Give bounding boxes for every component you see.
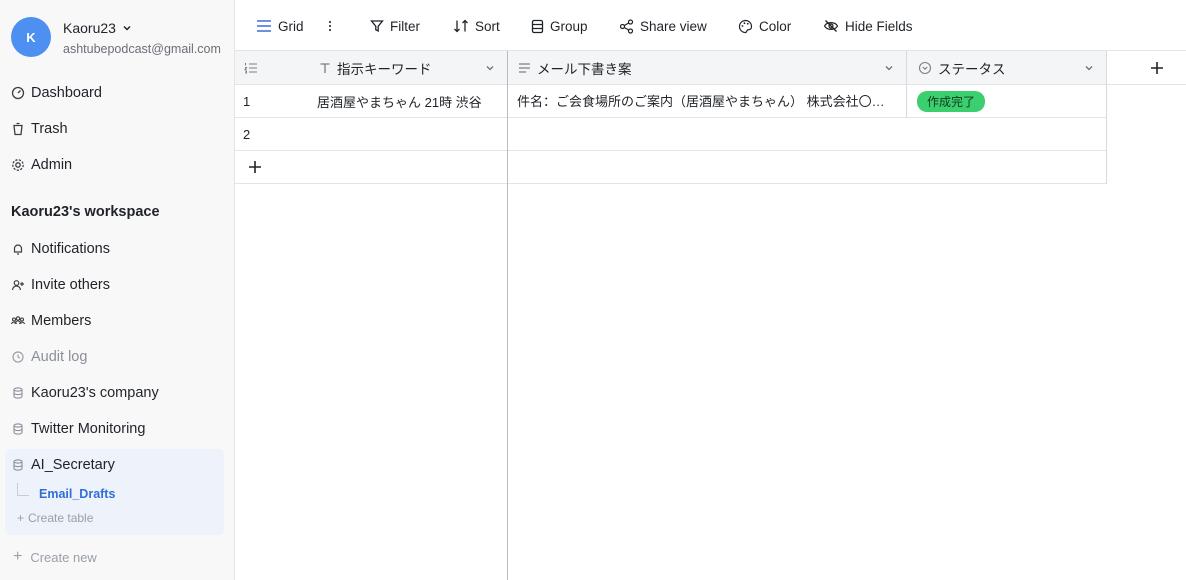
create-new-label: Create new — [30, 549, 97, 565]
data-grid: 指示キーワード メール下書き案 ステータス 1 居酒屋やまちゃん 21時 渋谷 … — [235, 51, 1186, 580]
group-label: Group — [550, 18, 588, 34]
add-column-icon[interactable] — [1150, 61, 1164, 75]
eye-off-icon — [823, 20, 839, 32]
history-icon — [11, 350, 25, 364]
base-label: Kaoru23's company — [31, 385, 159, 401]
create-table-button[interactable]: + Create table — [17, 511, 93, 525]
filter-label: Filter — [390, 18, 420, 34]
color-label: Color — [759, 18, 792, 34]
column-header-keyword[interactable]: 指示キーワード — [319, 51, 432, 85]
more-vertical-icon — [328, 20, 332, 32]
column-title: 指示キーワード — [337, 62, 432, 77]
view-grid-button[interactable]: Grid — [256, 16, 304, 36]
nav-members-label: Members — [31, 313, 92, 329]
avatar[interactable]: K — [11, 17, 51, 57]
column-title: メール下書き案 — [537, 62, 632, 77]
group-icon — [531, 19, 544, 33]
chevron-down-icon[interactable] — [884, 63, 894, 73]
sort-label: Sort — [475, 18, 500, 34]
nav-notifications-label: Notifications — [31, 241, 110, 257]
view-toolbar: Grid Filter Sort Group Share view Color … — [235, 0, 1186, 51]
sort-button[interactable]: Sort — [453, 16, 500, 36]
table-row[interactable] — [235, 118, 1107, 151]
sidebar: K Kaoru23 ashtubepodcast@gmail.com Dashb… — [0, 0, 235, 580]
chevron-down-icon[interactable] — [485, 63, 495, 73]
column-header-status[interactable]: ステータス — [918, 51, 1006, 85]
dashboard-icon — [11, 86, 25, 100]
base-ai-secretary[interactable]: AI_Secretary — [11, 453, 115, 477]
row-number: 2 — [243, 127, 251, 142]
more-options-button[interactable] — [327, 16, 333, 36]
single-select-icon — [918, 61, 932, 75]
database-icon — [11, 458, 25, 472]
long-text-icon — [519, 63, 530, 73]
share-view-label: Share view — [640, 18, 707, 34]
sort-icon — [454, 19, 468, 33]
grid-header-add — [1107, 51, 1186, 85]
cell-keyword[interactable]: 居酒屋やまちゃん 21時 渋谷 — [317, 85, 505, 118]
create-new-button[interactable]: + Create new — [13, 548, 97, 566]
row-number-header[interactable] — [244, 51, 258, 85]
nav-invite-label: Invite others — [31, 277, 110, 293]
list-ordered-icon — [244, 63, 257, 74]
members-icon — [11, 314, 25, 328]
tree-connector — [17, 483, 29, 496]
user-email: ashtubepodcast@gmail.com — [63, 42, 221, 56]
nav-admin-label: Admin — [31, 157, 73, 173]
user-name: Kaoru23 — [63, 20, 116, 36]
hide-fields-button[interactable]: Hide Fields — [823, 16, 913, 36]
nav-admin[interactable]: Admin — [11, 153, 72, 177]
nav-trash[interactable]: Trash — [11, 117, 68, 141]
row-number: 1 — [243, 94, 251, 109]
text-type-icon — [320, 63, 330, 73]
column-divider — [1106, 51, 1107, 184]
chevron-down-icon[interactable] — [1084, 63, 1094, 73]
base-twitter-monitoring[interactable]: Twitter Monitoring — [11, 417, 145, 441]
bell-icon — [11, 242, 25, 256]
database-icon — [11, 422, 25, 436]
cell-status[interactable]: 作成完了 — [917, 85, 1105, 118]
column-header-draft[interactable]: メール下書き案 — [518, 51, 632, 85]
palette-icon — [738, 19, 753, 33]
hide-fields-label: Hide Fields — [845, 18, 913, 34]
nav-dashboard-label: Dashboard — [31, 85, 102, 101]
frozen-column-divider[interactable] — [507, 51, 508, 580]
add-row-strip — [235, 151, 1107, 184]
grid-lines-icon — [257, 20, 271, 32]
share-view-button[interactable]: Share view — [619, 16, 707, 36]
nav-audit-log[interactable]: Audit log — [11, 345, 87, 369]
database-icon — [11, 386, 25, 400]
nav-invite[interactable]: Invite others — [11, 273, 110, 297]
column-divider — [906, 51, 907, 118]
user-plus-icon — [11, 278, 25, 292]
user-name-row[interactable]: Kaoru23 — [63, 20, 132, 36]
base-kaoru23-company[interactable]: Kaoru23's company — [11, 381, 159, 405]
add-row-icon[interactable] — [248, 160, 262, 174]
gear-icon — [11, 158, 25, 172]
status-badge: 作成完了 — [917, 91, 986, 112]
share-icon — [619, 18, 634, 34]
view-grid-label: Grid — [278, 18, 304, 34]
color-button[interactable]: Color — [738, 16, 791, 36]
nav-dashboard[interactable]: Dashboard — [11, 81, 102, 105]
nav-audit-log-label: Audit log — [31, 349, 88, 365]
trash-icon — [11, 122, 25, 136]
workspace-title: Kaoru23's workspace — [11, 204, 160, 220]
plus-icon: + — [13, 548, 23, 565]
group-button[interactable]: Group — [531, 16, 588, 36]
nav-notifications[interactable]: Notifications — [11, 237, 110, 261]
column-title: ステータス — [938, 62, 1006, 77]
filter-icon — [370, 20, 384, 33]
base-label: AI_Secretary — [31, 457, 115, 473]
chevron-down-icon — [123, 25, 131, 31]
table-email-drafts[interactable]: Email_Drafts — [39, 487, 115, 501]
cell-draft[interactable]: 件名：ご会食場所のご案内（居酒屋やまちゃん） 株式会社〇〇 〇〇様 — [517, 85, 897, 118]
filter-button[interactable]: Filter — [370, 16, 420, 36]
create-table-label: Create table — [28, 511, 94, 525]
nav-trash-label: Trash — [31, 121, 68, 137]
nav-members[interactable]: Members — [11, 309, 91, 333]
base-label: Twitter Monitoring — [31, 421, 146, 437]
user-menu[interactable]: K Kaoru23 ashtubepodcast@gmail.com — [11, 17, 226, 59]
plus-icon: + — [17, 511, 25, 525]
